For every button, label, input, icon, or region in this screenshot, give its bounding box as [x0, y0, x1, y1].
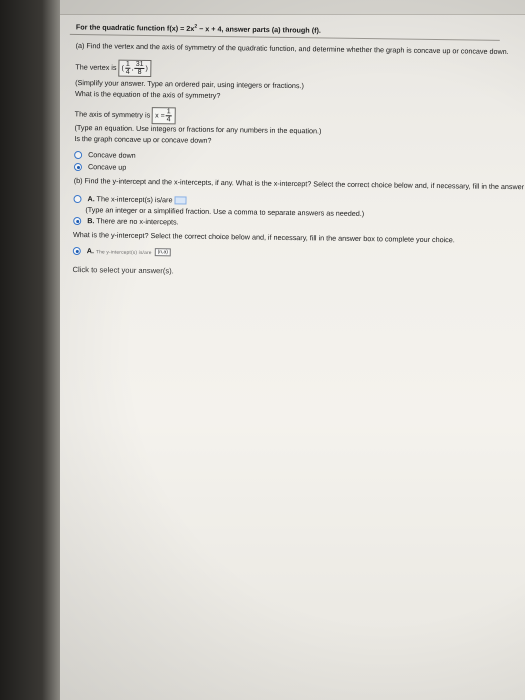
- vertex-x-fraction: 14: [124, 60, 131, 76]
- x-intercept-input[interactable]: [174, 196, 187, 205]
- option-concave-up[interactable]: Concave up: [73, 162, 126, 172]
- vertex-row: The vertex is (1 4, 31 8): [75, 59, 151, 78]
- x-choice-a[interactable]: A. The x-intercept(s) is/are: [73, 194, 187, 205]
- y-choice-a[interactable]: A. The y-intercept(s) is/are (n,a): [72, 246, 171, 257]
- axis-fraction: 14: [165, 108, 172, 124]
- radio-y-choice-a[interactable]: [72, 247, 81, 256]
- axis-row: The axis of symmetry is x = 1 4: [74, 106, 176, 125]
- vertex-answer-box[interactable]: (1 4, 31 8): [118, 59, 151, 78]
- y-intercept-input[interactable]: (n,a): [154, 248, 171, 257]
- x-choice-b[interactable]: B. There are no x-intercepts.: [73, 216, 179, 227]
- radio-concave-down[interactable]: [74, 151, 83, 160]
- radio-x-choice-b[interactable]: [73, 217, 82, 226]
- option-concave-down[interactable]: Concave down: [74, 150, 136, 160]
- radio-x-choice-a[interactable]: [73, 195, 82, 204]
- concavity-question: Is the graph concave up or concave down?: [74, 133, 212, 145]
- window-top-bar: [60, 0, 525, 15]
- vertex-label: The vertex is: [75, 62, 117, 72]
- axis-answer-box[interactable]: x = 1 4: [152, 107, 176, 125]
- radio-concave-up[interactable]: [73, 163, 83, 172]
- axis-label: The axis of symmetry is: [74, 109, 151, 120]
- vertex-y-fraction: 31 8: [134, 60, 145, 76]
- screen: [60, 0, 525, 700]
- monitor-bezel: [0, 0, 60, 700]
- footer-instruction: Click to select your answer(s).: [72, 264, 174, 276]
